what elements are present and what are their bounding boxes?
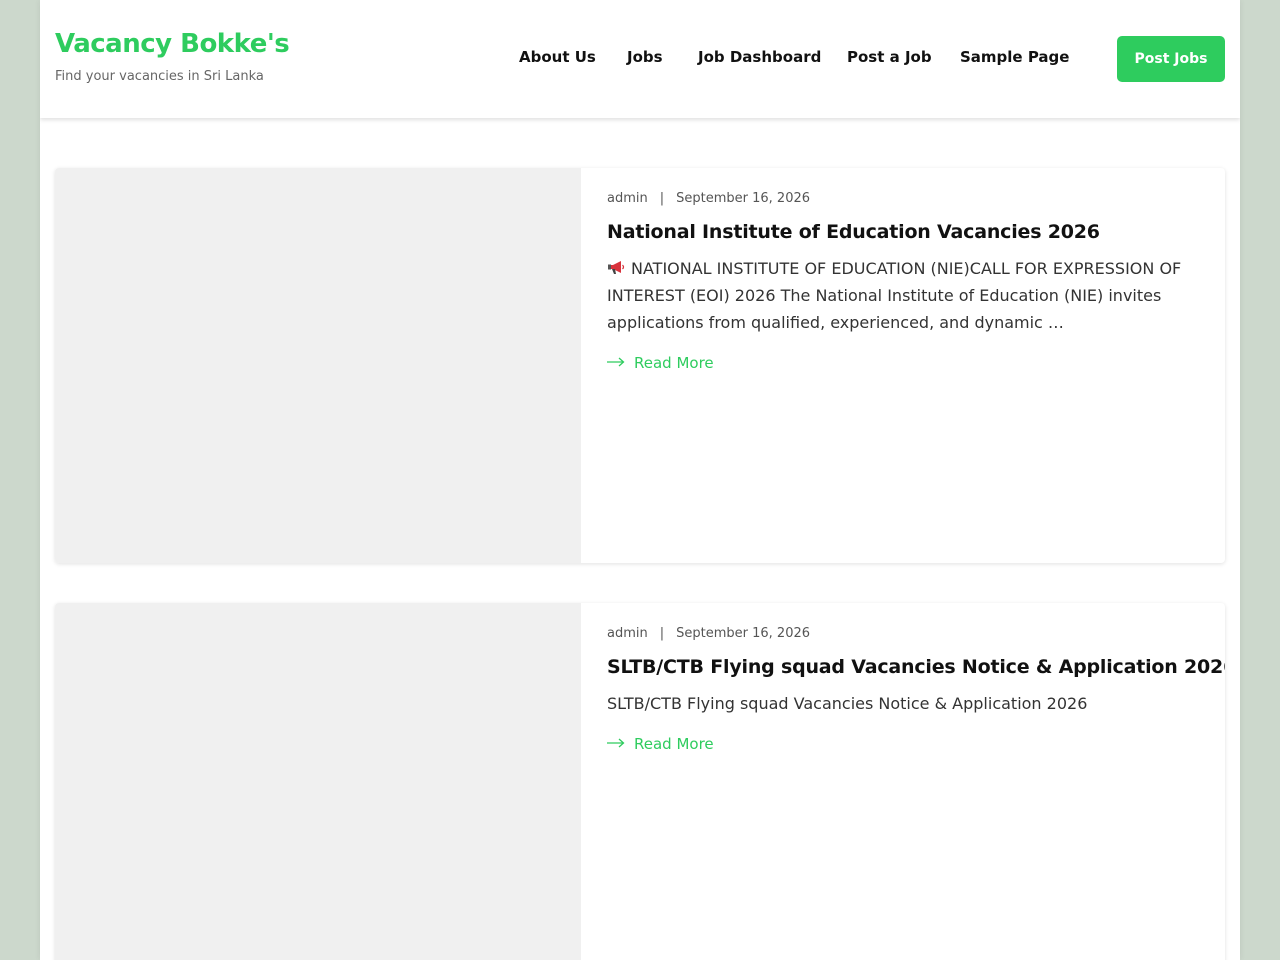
read-more-link[interactable]: Read More (607, 354, 714, 372)
site-tagline: Find your vacancies in Sri Lanka (55, 69, 264, 84)
post-thumbnail[interactable] (55, 603, 581, 960)
post-date[interactable]: September 16, 2026 (676, 191, 810, 206)
post-author[interactable]: admin (607, 626, 648, 641)
nav-item-post-a-job[interactable]: Post a Job (847, 48, 932, 66)
post-title[interactable]: National Institute of Education Vacancie… (607, 221, 1100, 243)
read-more-label: Read More (634, 354, 714, 372)
nav-item-job-dashboard[interactable]: Job Dashboard (698, 48, 821, 66)
site-header: Vacancy Bokke's Find your vacancies in S… (40, 0, 1240, 118)
post-jobs-button[interactable]: Post Jobs (1117, 36, 1225, 82)
megaphone-icon (608, 261, 625, 274)
post-excerpt: SLTB/CTB Flying squad Vacancies Notice &… (607, 690, 1202, 717)
read-more-label: Read More (634, 735, 714, 753)
meta-separator: | (659, 626, 665, 641)
nav-item-jobs[interactable]: Jobs (627, 48, 663, 66)
page: Vacancy Bokke's Find your vacancies in S… (40, 0, 1240, 960)
site-title[interactable]: Vacancy Bokke's (55, 29, 290, 59)
post-thumbnail[interactable] (55, 168, 581, 563)
meta-separator: | (659, 191, 665, 206)
post-author[interactable]: admin (607, 191, 648, 206)
post-excerpt-text: SLTB/CTB Flying squad Vacancies Notice &… (607, 694, 1088, 713)
post-excerpt-text: NATIONAL INSTITUTE OF EDUCATION (NIE)CAL… (607, 259, 1182, 332)
read-more-link[interactable]: Read More (607, 735, 714, 753)
post-meta: admin | September 16, 2026 (607, 626, 810, 641)
post-date[interactable]: September 16, 2026 (676, 626, 810, 641)
nav-item-about-us[interactable]: About Us (519, 48, 596, 66)
nav-item-sample-page[interactable]: Sample Page (960, 48, 1069, 66)
post-title[interactable]: SLTB/CTB Flying squad Vacancies Notice &… (607, 656, 1225, 678)
post-excerpt: NATIONAL INSTITUTE OF EDUCATION (NIE)CAL… (607, 255, 1202, 336)
arrow-right-icon (607, 357, 625, 367)
arrow-right-icon (607, 738, 625, 748)
post-card: admin | September 16, 2026 SLTB/CTB Flying… (55, 603, 1225, 960)
post-meta: admin | September 16, 2026 (607, 191, 810, 206)
post-card: admin | September 16, 2026 National Instit… (55, 168, 1225, 563)
